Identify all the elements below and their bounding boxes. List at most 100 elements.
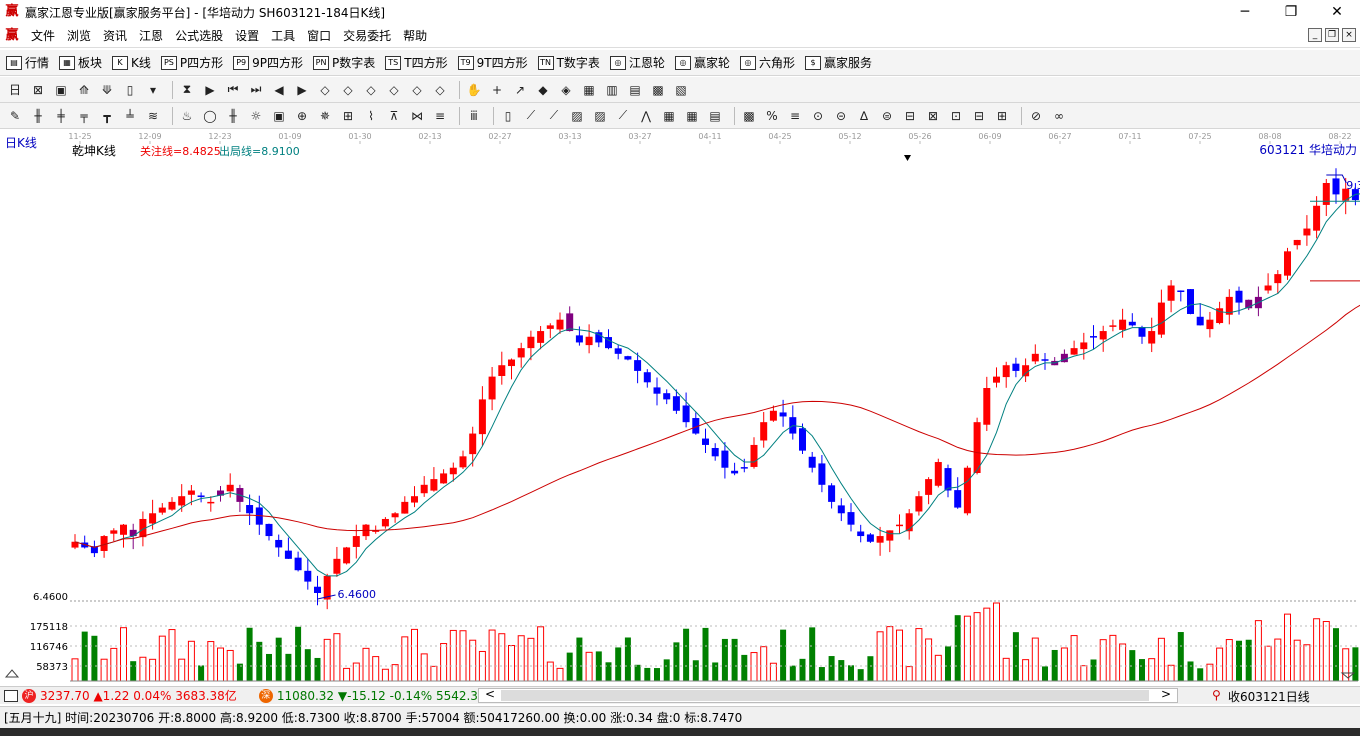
- tb2-tool-7-icon[interactable]: ⧗: [178, 81, 196, 99]
- toolbar-t-number[interactable]: TN T数字表: [537, 54, 600, 71]
- toolbar-hexagon[interactable]: ◎ 六角形: [739, 54, 795, 71]
- mdi-minimize-button[interactable]: _: [1308, 28, 1322, 42]
- toolbar-9t-square[interactable]: T9 9T四方形: [457, 54, 528, 71]
- menu-gann[interactable]: 江恩: [133, 27, 169, 44]
- tb2-tool-11-icon[interactable]: ◀: [270, 81, 288, 99]
- kline-chart[interactable]: 11-25 12-09 12-23 01-09 01-30 02-13 02-27 03-13…: [0, 129, 1360, 685]
- tb3-tool-28-icon[interactable]: ▦: [683, 107, 701, 125]
- tb2-tool-25-icon[interactable]: ▥: [603, 81, 621, 99]
- tb3-tool-26-icon[interactable]: ⋀: [637, 107, 655, 125]
- tb2-tool-1-icon[interactable]: ⊠: [29, 81, 47, 99]
- menu-help[interactable]: 帮助: [397, 27, 433, 44]
- menu-browse[interactable]: 浏览: [61, 27, 97, 44]
- close-button[interactable]: ✕: [1314, 0, 1360, 24]
- toolbar-winner-wheel[interactable]: ◎ 赢家轮: [674, 54, 730, 71]
- tb2-tool-17-icon[interactable]: ◇: [408, 81, 426, 99]
- tb3-tool-12-icon[interactable]: ⊕: [293, 107, 311, 125]
- tb3-tool-8-icon[interactable]: ◯: [201, 107, 219, 125]
- tb2-tool-24-icon[interactable]: ▦: [580, 81, 598, 99]
- tb3-tool-27-icon[interactable]: ▦: [660, 107, 678, 125]
- tb3-tool-41-icon[interactable]: ⊞: [993, 107, 1011, 125]
- tb3-tool-4-icon[interactable]: ┳: [98, 107, 116, 125]
- tb2-tool-2-icon[interactable]: ▣: [52, 81, 70, 99]
- kline-chart-area[interactable]: 11-25 12-09 12-23 01-09 01-30 02-13 02-27 03-13…: [0, 129, 1360, 685]
- tb3-tool-25-icon[interactable]: ⟋: [614, 107, 632, 125]
- minimize-button[interactable]: ─: [1222, 0, 1268, 24]
- tb3-tool-1-icon[interactable]: ╫: [29, 107, 47, 125]
- grid-icon[interactable]: [4, 689, 18, 702]
- tb2-tool-18-icon[interactable]: ◇: [431, 81, 449, 99]
- menu-info[interactable]: 资讯: [97, 27, 133, 44]
- tb2-tool-16-icon[interactable]: ◇: [385, 81, 403, 99]
- tb3-tool-14-icon[interactable]: ⊞: [339, 107, 357, 125]
- tb3-tool-19-icon[interactable]: ⅲ: [465, 107, 483, 125]
- tb3-tool-32-icon[interactable]: ≡: [786, 107, 804, 125]
- tb3-tool-5-icon[interactable]: ╧: [121, 107, 139, 125]
- tb2-tool-8-icon[interactable]: ▶: [201, 81, 219, 99]
- maximize-button[interactable]: ❐: [1268, 0, 1314, 24]
- toolbar-gann-wheel[interactable]: ◎ 江恩轮: [609, 54, 665, 71]
- tb2-tool-0-icon[interactable]: 日: [6, 81, 24, 99]
- menu-window[interactable]: 窗口: [301, 27, 337, 44]
- tb2-tool-3-icon[interactable]: ⟰: [75, 81, 93, 99]
- receive-label[interactable]: 收603121日线: [1228, 688, 1310, 705]
- tb3-tool-3-icon[interactable]: ╤: [75, 107, 93, 125]
- toolbar-sector[interactable]: ▦ 板块: [59, 54, 102, 71]
- tb3-tool-20-icon[interactable]: ▯: [499, 107, 517, 125]
- tb2-tool-20-icon[interactable]: +: [488, 81, 506, 99]
- tb2-tool-15-icon[interactable]: ◇: [362, 81, 380, 99]
- toolbar-kline[interactable]: K K线: [112, 54, 151, 71]
- tb3-tool-7-icon[interactable]: ♨: [178, 107, 196, 125]
- toolbar-service[interactable]: $ 赢家服务: [804, 54, 872, 71]
- tb3-tool-33-icon[interactable]: ⊙: [809, 107, 827, 125]
- tb2-tool-9-icon[interactable]: ⏮: [224, 81, 242, 99]
- tb3-tool-34-icon[interactable]: ⊝: [832, 107, 850, 125]
- toolbar-t-square[interactable]: TS T四方形: [385, 54, 448, 71]
- tb3-tool-16-icon[interactable]: ⊼: [385, 107, 403, 125]
- mdi-restore-button[interactable]: ❐: [1325, 28, 1339, 42]
- tb2-tool-14-icon[interactable]: ◇: [339, 81, 357, 99]
- tb2-tool-10-icon[interactable]: ⏭: [247, 81, 265, 99]
- tb3-tool-15-icon[interactable]: ⌇: [362, 107, 380, 125]
- tb2-tool-26-icon[interactable]: ▤: [626, 81, 644, 99]
- tb3-tool-17-icon[interactable]: ⋈: [408, 107, 426, 125]
- menu-settings[interactable]: 设置: [229, 27, 265, 44]
- toolbar-p-number[interactable]: PN P数字表: [313, 54, 375, 71]
- toolbar-9p-square[interactable]: P9 9P四方形: [233, 54, 303, 71]
- tb3-tool-37-icon[interactable]: ⊟: [901, 107, 919, 125]
- menu-file[interactable]: 文件: [25, 27, 61, 44]
- tb3-tool-18-icon[interactable]: ≡: [431, 107, 449, 125]
- chart-scrollbar[interactable]: < >: [478, 687, 1178, 703]
- tb3-tool-30-icon[interactable]: ▩: [740, 107, 758, 125]
- tb3-tool-42-icon[interactable]: ⊘: [1027, 107, 1045, 125]
- menu-trade[interactable]: 交易委托: [337, 27, 397, 44]
- tb3-tool-21-icon[interactable]: ⟋: [522, 107, 540, 125]
- toolbar-p-square[interactable]: PS P四方形: [160, 54, 223, 71]
- tb3-tool-43-icon[interactable]: ∞: [1050, 107, 1068, 125]
- scroll-left-button[interactable]: <: [485, 687, 495, 701]
- tb2-tool-13-icon[interactable]: ◇: [316, 81, 334, 99]
- tb3-tool-38-icon[interactable]: ⊠: [924, 107, 942, 125]
- tb3-tool-6-icon[interactable]: ≋: [144, 107, 162, 125]
- tb3-tool-29-icon[interactable]: ▤: [706, 107, 724, 125]
- tb2-tool-4-icon[interactable]: ⟱: [98, 81, 116, 99]
- tb3-tool-36-icon[interactable]: ⊜: [878, 107, 896, 125]
- tb3-tool-35-icon[interactable]: ∆: [855, 107, 873, 125]
- menu-tools[interactable]: 工具: [265, 27, 301, 44]
- tb2-tool-27-icon[interactable]: ▩: [649, 81, 667, 99]
- tb2-tool-19-icon[interactable]: ✋: [465, 81, 483, 99]
- scroll-right-button[interactable]: >: [1161, 687, 1171, 701]
- tb3-tool-13-icon[interactable]: ✵: [316, 107, 334, 125]
- tb3-tool-9-icon[interactable]: ╫: [224, 107, 242, 125]
- tb3-tool-23-icon[interactable]: ▨: [568, 107, 586, 125]
- tb2-tool-12-icon[interactable]: ▶: [293, 81, 311, 99]
- tb3-tool-10-icon[interactable]: ☼: [247, 107, 265, 125]
- tb3-tool-39-icon[interactable]: ⊡: [947, 107, 965, 125]
- menu-formula[interactable]: 公式选股: [169, 27, 229, 44]
- tb2-tool-23-icon[interactable]: ◈: [557, 81, 575, 99]
- tb2-tool-22-icon[interactable]: ◆: [534, 81, 552, 99]
- toolbar-quotes[interactable]: ▤ 行情: [6, 54, 49, 71]
- tb3-tool-31-icon[interactable]: %: [763, 107, 781, 125]
- tb3-tool-2-icon[interactable]: ╪: [52, 107, 70, 125]
- tb2-tool-6-icon[interactable]: ▾: [144, 81, 162, 99]
